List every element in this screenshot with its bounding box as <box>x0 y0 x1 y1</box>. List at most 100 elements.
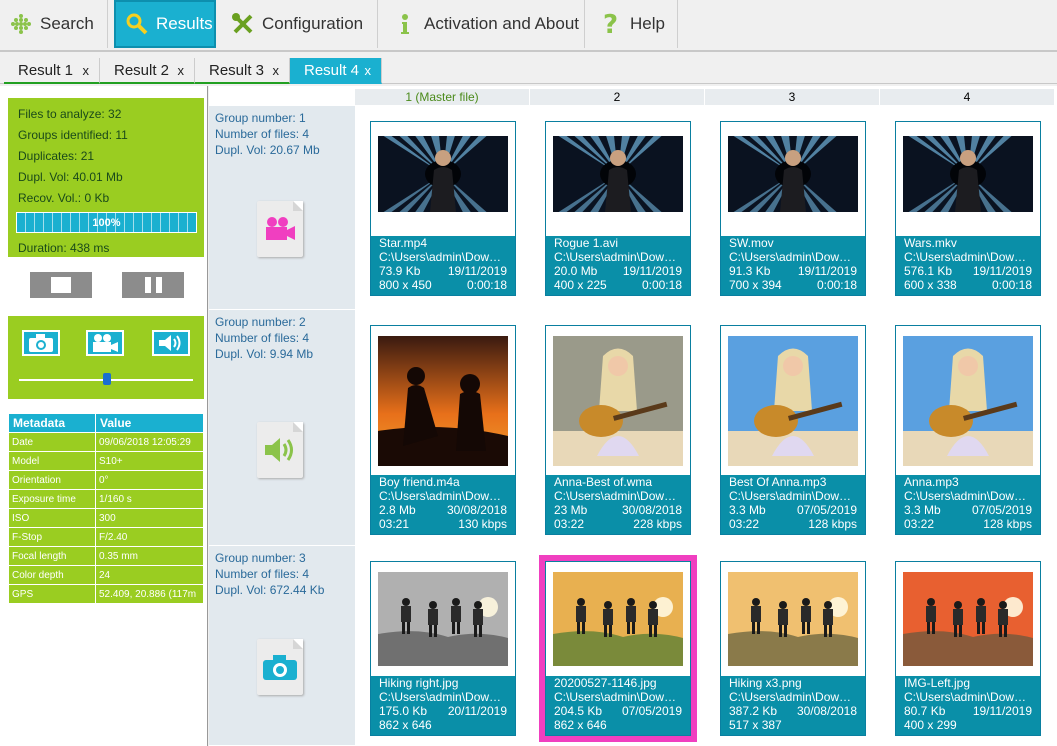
file-size: 2.8 Mb <box>379 503 416 517</box>
group-number: Group number: 3 <box>215 551 306 565</box>
search-toolbar-label: Search <box>40 14 94 33</box>
file-size: 80.7 Kb <box>904 704 946 718</box>
search-toolbar-button[interactable]: Search <box>0 0 108 48</box>
file-dimensions: 03:22 <box>554 517 585 531</box>
file-card[interactable]: IMG-Left.jpg C:\Users\admin\Dow… 80.7 Kb 19… <box>895 561 1041 736</box>
file-card[interactable]: Rogue 1.avi C:\Users\admin\Dow… 20.0 Mb 19/… <box>545 121 691 296</box>
file-path: C:\Users\admin\Dow… <box>729 250 852 264</box>
file-dimensions: 700 x 394 <box>729 278 782 292</box>
info-icon <box>392 11 418 37</box>
result-tabs: Result 1 x Result 2 x Result 3 x Result … <box>0 58 1057 84</box>
group-info-panel: Group number: 2 Number of files: 4 Dupl. V… <box>209 310 355 546</box>
video-filter-button[interactable] <box>86 330 124 356</box>
metadata-value: 300 <box>95 508 204 528</box>
media-filter-panel <box>8 316 204 399</box>
file-date: 30/08/2018 <box>446 503 507 517</box>
file-size: 576.1 Kb <box>904 264 953 278</box>
file-date: 19/11/2019 <box>797 264 857 278</box>
audio-cover-thumbnail <box>728 336 858 466</box>
photo-filter-button[interactable] <box>22 330 60 356</box>
file-card[interactable]: Hiking x3.png C:\Users\admin\Dow… 387.2 Kb… <box>720 561 866 736</box>
file-card[interactable]: Anna.mp3 C:\Users\admin\Dow… 3.3 Mb 07/05/2… <box>895 325 1041 535</box>
file-dimensions: 862 x 646 <box>379 718 432 732</box>
file-card[interactable]: Boy friend.m4a C:\Users\admin\Dow… 2.8 Mb 3… <box>370 325 516 535</box>
tab-result-1[interactable]: Result 1 x <box>4 58 100 84</box>
video-camera-icon <box>257 201 303 257</box>
file-date: 30/08/2018 <box>796 704 857 718</box>
tab-result-3[interactable]: Result 3 x <box>195 58 290 84</box>
tab-result-4[interactable]: Result 4 x <box>290 58 382 84</box>
metadata-value: 0° <box>95 470 204 490</box>
metadata-row: ISO 300 <box>8 508 204 528</box>
metadata-key: F-Stop <box>8 527 96 547</box>
tab-close-button[interactable]: x <box>178 63 185 78</box>
activation-about-toolbar-button[interactable]: Activation and About <box>384 0 585 48</box>
image-thumbnail <box>903 572 1033 666</box>
file-dimensions: 517 x 387 <box>729 718 782 732</box>
tab-label: Result 3 <box>209 61 265 79</box>
tab-close-button[interactable]: x <box>83 63 90 78</box>
metadata-header: Metadata <box>8 413 96 433</box>
group-duplicate-volume: Dupl. Vol: 672.44 Kb <box>215 583 325 597</box>
file-size: 3.3 Mb <box>729 503 766 517</box>
metadata-value: 1/160 s <box>95 489 204 509</box>
metadata-row: GPS 52.409, 20.886 (117m <box>8 584 204 604</box>
slider-knob[interactable] <box>103 373 111 385</box>
tab-result-2[interactable]: Result 2 x <box>100 58 195 84</box>
results-toolbar-button[interactable]: Results <box>114 0 216 48</box>
column-header: 2 <box>530 89 705 105</box>
camera-icon <box>29 334 53 352</box>
file-card[interactable]: Wars.mkv C:\Users\admin\Dow… 576.1 Kb 19/11… <box>895 121 1041 296</box>
file-details: Hiking right.jpg C:\Users\admin\Dow… 175.0… <box>371 676 515 735</box>
file-name: Anna.mp3 <box>904 475 959 489</box>
file-card[interactable]: Anna-Best of.wma C:\Users\admin\Dow… 23 Mb… <box>545 325 691 535</box>
tab-label: Result 2 <box>114 61 170 79</box>
metadata-value: 0.35 mm <box>95 546 204 566</box>
metadata-value: 24 <box>95 565 204 585</box>
file-details: Best Of Anna.mp3 C:\Users\admin\Dow… 3.3 M… <box>721 475 865 534</box>
metadata-value: 52.409, 20.886 (117m <box>95 584 204 604</box>
wrench-screwdriver-icon <box>230 11 256 37</box>
file-name: Rogue 1.avi <box>554 236 619 250</box>
file-card[interactable]: SW.mov C:\Users\admin\Dow… 91.3 Kb 19/11/20… <box>720 121 866 296</box>
help-toolbar-button[interactable]: ? Help <box>590 0 678 48</box>
tab-close-button[interactable]: x <box>273 63 280 78</box>
file-name: 20200527-1146.jpg <box>554 676 657 690</box>
svg-text:?: ? <box>603 11 618 37</box>
metadata-value: F/2.40 <box>95 527 204 547</box>
audio-filter-button[interactable] <box>152 330 190 356</box>
metadata-value: 09/06/2018 12:05:29 <box>95 432 204 452</box>
configuration-toolbar-label: Configuration <box>262 14 364 33</box>
scan-duration: Duration: 438 ms <box>18 241 110 255</box>
file-extra: 128 kbps <box>808 517 857 531</box>
metadata-row: Color depth 24 <box>8 565 204 585</box>
file-extra: 128 kbps <box>983 517 1032 531</box>
file-extra: 228 kbps <box>633 517 682 531</box>
file-card[interactable]: Hiking right.jpg C:\Users\admin\Dow… 175.0… <box>370 561 516 736</box>
audio-cover-thumbnail <box>903 336 1033 466</box>
file-extra: 0:00:18 <box>991 278 1032 292</box>
metadata-key: Exposure time <box>8 489 96 509</box>
file-date: 07/05/2019 <box>971 503 1032 517</box>
pause-button[interactable] <box>122 272 184 298</box>
file-details: Hiking x3.png C:\Users\admin\Dow… 387.2 Kb… <box>721 676 865 735</box>
tab-close-button[interactable]: x <box>365 63 372 78</box>
metadata-row: Orientation 0° <box>8 470 204 490</box>
file-size: 91.3 Kb <box>729 264 771 278</box>
file-details: Wars.mkv C:\Users\admin\Dow… 576.1 Kb 19/11… <box>896 236 1040 295</box>
file-card[interactable]: Star.mp4 C:\Users\admin\Dow… 73.9 Kb 19/11/… <box>370 121 516 296</box>
camera-icon <box>257 639 303 695</box>
file-path: C:\Users\admin\Dow… <box>904 690 1027 704</box>
configuration-toolbar-button[interactable]: Configuration <box>222 0 378 48</box>
file-name: Boy friend.m4a <box>379 475 460 489</box>
file-name: Wars.mkv <box>904 236 957 250</box>
duplicates-count: Duplicates: 21 <box>18 149 95 163</box>
similarity-slider[interactable] <box>19 373 193 385</box>
file-card[interactable]: Best Of Anna.mp3 C:\Users\admin\Dow… 3.3 M… <box>720 325 866 535</box>
groups-identified: Groups identified: 11 <box>18 128 128 142</box>
stop-button[interactable] <box>30 272 92 298</box>
file-card[interactable]: 20200527-1146.jpg C:\Users\admin\Dow… 204.… <box>539 555 697 742</box>
metadata-value: S10+ <box>95 451 204 471</box>
file-details: 20200527-1146.jpg C:\Users\admin\Dow… 204.… <box>546 676 690 735</box>
value-header: Value <box>95 413 204 433</box>
